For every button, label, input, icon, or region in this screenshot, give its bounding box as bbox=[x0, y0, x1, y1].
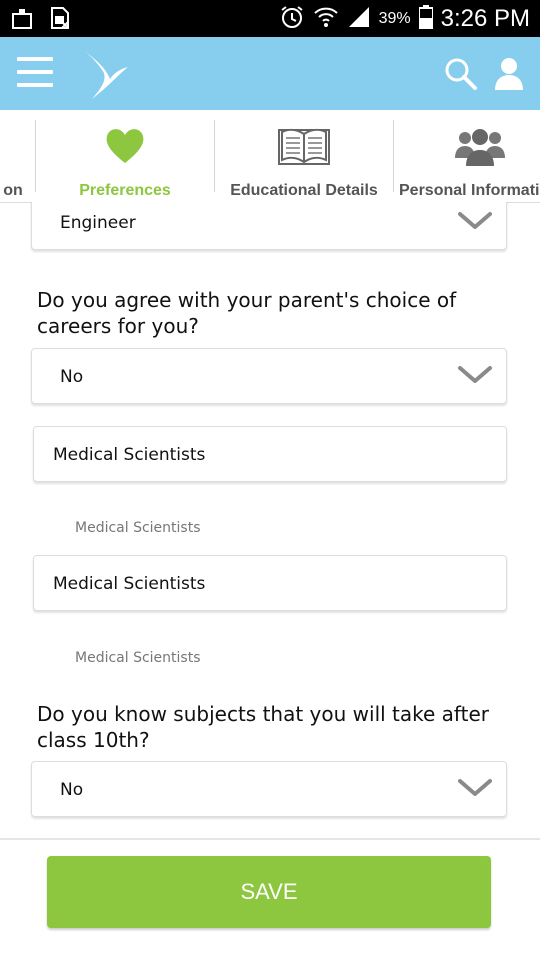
input-value: Medical Scientists bbox=[53, 445, 206, 465]
search-icon[interactable] bbox=[443, 56, 479, 92]
subjects-select[interactable]: No bbox=[31, 761, 507, 817]
parents-choice-select[interactable]: No bbox=[31, 348, 507, 404]
section-tabs: on Preferences Educational Details Perso… bbox=[0, 110, 540, 203]
book-icon bbox=[278, 126, 330, 171]
career-select[interactable]: Engineer bbox=[31, 202, 507, 250]
tab-personal-information[interactable]: Personal Information bbox=[394, 120, 540, 200]
status-bar: 39% 3:26 PM bbox=[0, 0, 540, 37]
career-input-1[interactable]: Medical Scientists bbox=[33, 426, 507, 482]
career-input-2-hint: Medical Scientists bbox=[75, 650, 201, 666]
question-parents-choice: Do you agree with your parent's choice o… bbox=[37, 288, 457, 338]
alarm-icon bbox=[279, 4, 305, 34]
career-input-1-hint: Medical Scientists bbox=[75, 520, 201, 536]
select-value: Engineer bbox=[60, 213, 136, 233]
tab-label: Preferences bbox=[79, 182, 171, 199]
chevron-down-icon bbox=[458, 211, 492, 235]
tab-label: Educational Details bbox=[230, 182, 378, 199]
tab-preferences[interactable]: Preferences bbox=[36, 120, 214, 200]
battery-icon bbox=[417, 5, 434, 33]
select-value: No bbox=[60, 367, 84, 387]
bird-logo-icon[interactable] bbox=[80, 47, 130, 101]
battery-percent: 39% bbox=[378, 10, 411, 27]
footer: SAVE bbox=[0, 838, 540, 962]
form-content[interactable]: Engineer Do you agree with your parent's… bbox=[0, 202, 540, 838]
group-icon bbox=[455, 126, 505, 171]
tab-label: Personal Information bbox=[399, 182, 540, 199]
chevron-down-icon bbox=[458, 778, 492, 802]
clock: 3:26 PM bbox=[440, 5, 530, 32]
menu-icon[interactable] bbox=[17, 57, 53, 89]
tab-label: on bbox=[3, 182, 23, 199]
heart-icon bbox=[105, 126, 145, 171]
chevron-down-icon bbox=[458, 365, 492, 389]
select-value: No bbox=[60, 780, 84, 800]
signal-icon bbox=[347, 5, 371, 33]
user-icon[interactable] bbox=[493, 56, 525, 92]
save-button[interactable]: SAVE bbox=[47, 856, 491, 928]
app-bar bbox=[0, 37, 540, 110]
wifi-icon bbox=[313, 5, 339, 33]
career-input-2[interactable]: Medical Scientists bbox=[33, 555, 507, 611]
question-subjects: Do you know subjects that you will take … bbox=[37, 702, 489, 752]
tab-educational-details[interactable]: Educational Details bbox=[215, 120, 393, 200]
input-value: Medical Scientists bbox=[53, 574, 206, 594]
tab-previous[interactable]: on bbox=[0, 120, 36, 200]
sim-icon bbox=[48, 6, 72, 34]
notification-icon bbox=[10, 6, 34, 34]
